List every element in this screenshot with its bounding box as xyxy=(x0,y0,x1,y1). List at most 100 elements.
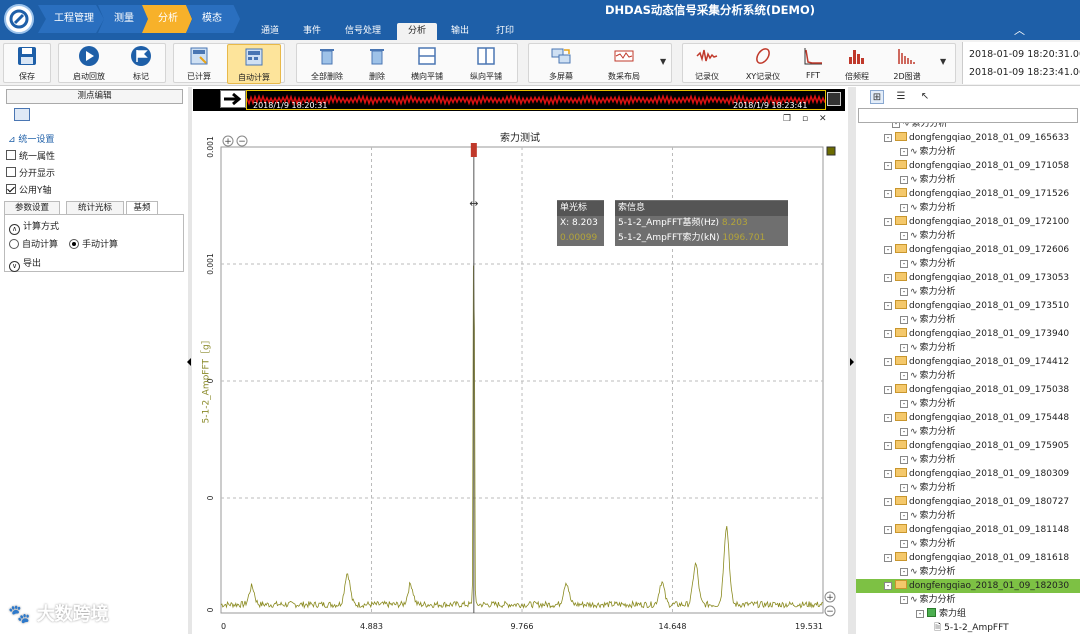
overview-arrow-button[interactable] xyxy=(220,90,246,108)
tree-child-row[interactable]: - ∿ 索力分析 xyxy=(856,229,1080,243)
spectrogram-2d-button[interactable]: 2D图谱 xyxy=(880,44,934,84)
tree-child-row[interactable]: - ∿ 索力分析 xyxy=(856,453,1080,467)
tree-record-row[interactable]: - dongfengqiao_2018_01_09_181618 xyxy=(856,551,1080,565)
delete-button[interactable]: 删除 xyxy=(350,44,404,84)
collapse-icon[interactable]: - xyxy=(884,442,892,450)
unify-settings-header[interactable]: ⊿ 统一设置 xyxy=(8,132,54,145)
shared-y-checkbox[interactable]: 公用Y轴 xyxy=(6,184,52,197)
collapse-icon[interactable]: - xyxy=(900,148,908,156)
play-button[interactable]: 启动回放 xyxy=(62,44,116,84)
crumb-analysis[interactable]: 分析 xyxy=(142,5,192,33)
collapse-icon[interactable]: - xyxy=(884,162,892,170)
collapse-icon[interactable]: - xyxy=(900,484,908,492)
tile-vertical-button[interactable]: 纵向平铺 xyxy=(459,44,513,84)
recorder-button[interactable]: 记录仪 xyxy=(680,44,734,84)
tab-fundamental[interactable]: 基频 xyxy=(126,201,158,215)
collapse-icon[interactable]: - xyxy=(884,414,892,422)
tree-record-row[interactable]: - dongfengqiao_2018_01_09_165633 xyxy=(856,131,1080,145)
tree-child-row[interactable]: - ∿ 索力分析 xyxy=(856,201,1080,215)
tree-child-row[interactable]: - ∿ 索力分析 xyxy=(856,537,1080,551)
collapse-icon[interactable]: - xyxy=(892,123,900,128)
collapse-icon[interactable]: - xyxy=(900,260,908,268)
tree-child-row[interactable]: - ∿ 索力分析 xyxy=(856,509,1080,523)
tree-search-input[interactable] xyxy=(858,108,1078,123)
collapse-icon[interactable]: - xyxy=(884,526,892,534)
unify-attr-checkbox[interactable]: 统一属性 xyxy=(6,150,55,163)
tree-record-row[interactable]: - dongfengqiao_2018_01_09_182030 xyxy=(856,579,1080,593)
tab-event[interactable]: 事件 xyxy=(294,23,330,40)
tab-params[interactable]: 参数设置 xyxy=(4,201,60,215)
collapse-icon[interactable]: - xyxy=(884,246,892,254)
collapse-icon[interactable]: - xyxy=(900,428,908,436)
views-dropdown-icon[interactable]: ▼ xyxy=(940,57,946,66)
collapse-icon[interactable]: - xyxy=(900,344,908,352)
collapse-icon[interactable]: - xyxy=(884,582,892,590)
collapse-icon[interactable]: - xyxy=(884,274,892,282)
radio-manual[interactable]: 手动计算 xyxy=(69,237,118,250)
collapse-right-icon[interactable] xyxy=(850,358,854,366)
tab-print[interactable]: 打印 xyxy=(487,23,523,40)
layout-dropdown-icon[interactable]: ▼ xyxy=(660,57,666,66)
measure-point-edit-button[interactable]: 测点编辑 xyxy=(6,89,183,104)
pointer-icon[interactable]: ↖ xyxy=(918,90,932,104)
collapse-icon[interactable]: - xyxy=(884,358,892,366)
tree-child-row[interactable]: - ∿ 索力分析 xyxy=(856,285,1080,299)
tree-record-row[interactable]: - dongfengqiao_2018_01_09_180727 xyxy=(856,495,1080,509)
collapse-icon[interactable]: - xyxy=(884,302,892,310)
tree-record-row[interactable]: - dongfengqiao_2018_01_09_175038 xyxy=(856,383,1080,397)
fft-chart[interactable]: 0 4.883 9.766 14.648 19.5310000.0010.001↔+ −+… xyxy=(193,111,847,634)
collapse-icon[interactable]: - xyxy=(884,190,892,198)
mark-button[interactable]: 标记 xyxy=(114,44,168,84)
collapse-icon[interactable]: - xyxy=(884,554,892,562)
collapse-icon[interactable]: - xyxy=(900,512,908,520)
collapse-icon[interactable]: - xyxy=(884,134,892,142)
tree-record-row[interactable]: - dongfengqiao_2018_01_09_171058 xyxy=(856,159,1080,173)
tree-child-row[interactable]: - ∿ 索力分析 xyxy=(856,173,1080,187)
tree-child-row[interactable]: - ∿ 索力分析 xyxy=(856,123,1080,131)
export-header[interactable]: ∨ 导出 xyxy=(9,256,41,272)
collapse-icon[interactable]: - xyxy=(900,372,908,380)
collapse-icon[interactable]: - xyxy=(900,232,908,240)
tab-stat-cursor[interactable]: 统计光标 xyxy=(66,201,124,215)
tree-child-row[interactable]: - ∿ 索力分析 xyxy=(856,145,1080,159)
close-icon[interactable]: ✕ xyxy=(819,114,827,124)
tree-record-row[interactable]: - dongfengqiao_2018_01_09_175905 xyxy=(856,439,1080,453)
tree-record-row[interactable]: - dongfengqiao_2018_01_09_171526 xyxy=(856,187,1080,201)
tile-horizontal-button[interactable]: 横向平铺 xyxy=(400,44,454,84)
crumb-project[interactable]: 工程管理 xyxy=(38,5,104,33)
computed-button[interactable]: 已计算 xyxy=(172,44,226,84)
tree-child-row[interactable]: - ∿ 索力分析 xyxy=(856,313,1080,327)
tree-record-row[interactable]: - dongfengqiao_2018_01_09_175448 xyxy=(856,411,1080,425)
tree-child-row[interactable]: - ∿ 索力分析 xyxy=(856,341,1080,355)
tree-child-row[interactable]: - ∿ 索力分析 xyxy=(856,565,1080,579)
collapse-icon[interactable]: - xyxy=(884,470,892,478)
tree-record-row[interactable]: - dongfengqiao_2018_01_09_174412 xyxy=(856,355,1080,369)
maximize-icon[interactable]: ▫ xyxy=(802,114,808,124)
tree-record-row[interactable]: - dongfengqiao_2018_01_09_180309 xyxy=(856,467,1080,481)
tab-output[interactable]: 输出 xyxy=(442,23,478,40)
tab-channel[interactable]: 通道 xyxy=(252,23,288,40)
collapse-ribbon-icon[interactable]: ︿ xyxy=(1014,22,1025,38)
tab-analysis[interactable]: 分析 xyxy=(397,23,437,40)
tree-record-row[interactable]: - dongfengqiao_2018_01_09_173053 xyxy=(856,271,1080,285)
tree-record-row[interactable]: - dongfengqiao_2018_01_09_172100 xyxy=(856,215,1080,229)
crumb-measure[interactable]: 测量 xyxy=(98,5,148,33)
tree-view-icon[interactable]: ⊞ xyxy=(870,90,884,104)
xy-recorder-button[interactable]: XY记录仪 xyxy=(736,44,790,84)
collapse-icon[interactable]: - xyxy=(900,316,908,324)
tree-child-row[interactable]: - ∿ 索力分析 xyxy=(856,481,1080,495)
collapse-icon[interactable]: - xyxy=(900,176,908,184)
tab-signal-processing[interactable]: 信号处理 xyxy=(340,23,386,40)
tree-child-row[interactable]: - ∿ 索力分析 xyxy=(856,397,1080,411)
collapse-icon[interactable]: - xyxy=(884,218,892,226)
tree-child-row[interactable]: - ∿ 索力分析 xyxy=(856,257,1080,271)
collapse-icon[interactable]: - xyxy=(900,540,908,548)
collapse-icon[interactable]: - xyxy=(884,330,892,338)
chart-window-controls[interactable]: ❐ ▫ ✕ xyxy=(783,114,826,124)
delete-all-button[interactable]: 全部删除 xyxy=(300,44,354,84)
collapse-icon[interactable]: - xyxy=(884,498,892,506)
list-view-icon[interactable]: ☰ xyxy=(894,90,908,104)
tree-record-row[interactable]: - dongfengqiao_2018_01_09_173510 xyxy=(856,299,1080,313)
tree-child-row[interactable]: - ∿ 索力分析 xyxy=(856,425,1080,439)
collapse-icon[interactable]: - xyxy=(916,610,924,618)
